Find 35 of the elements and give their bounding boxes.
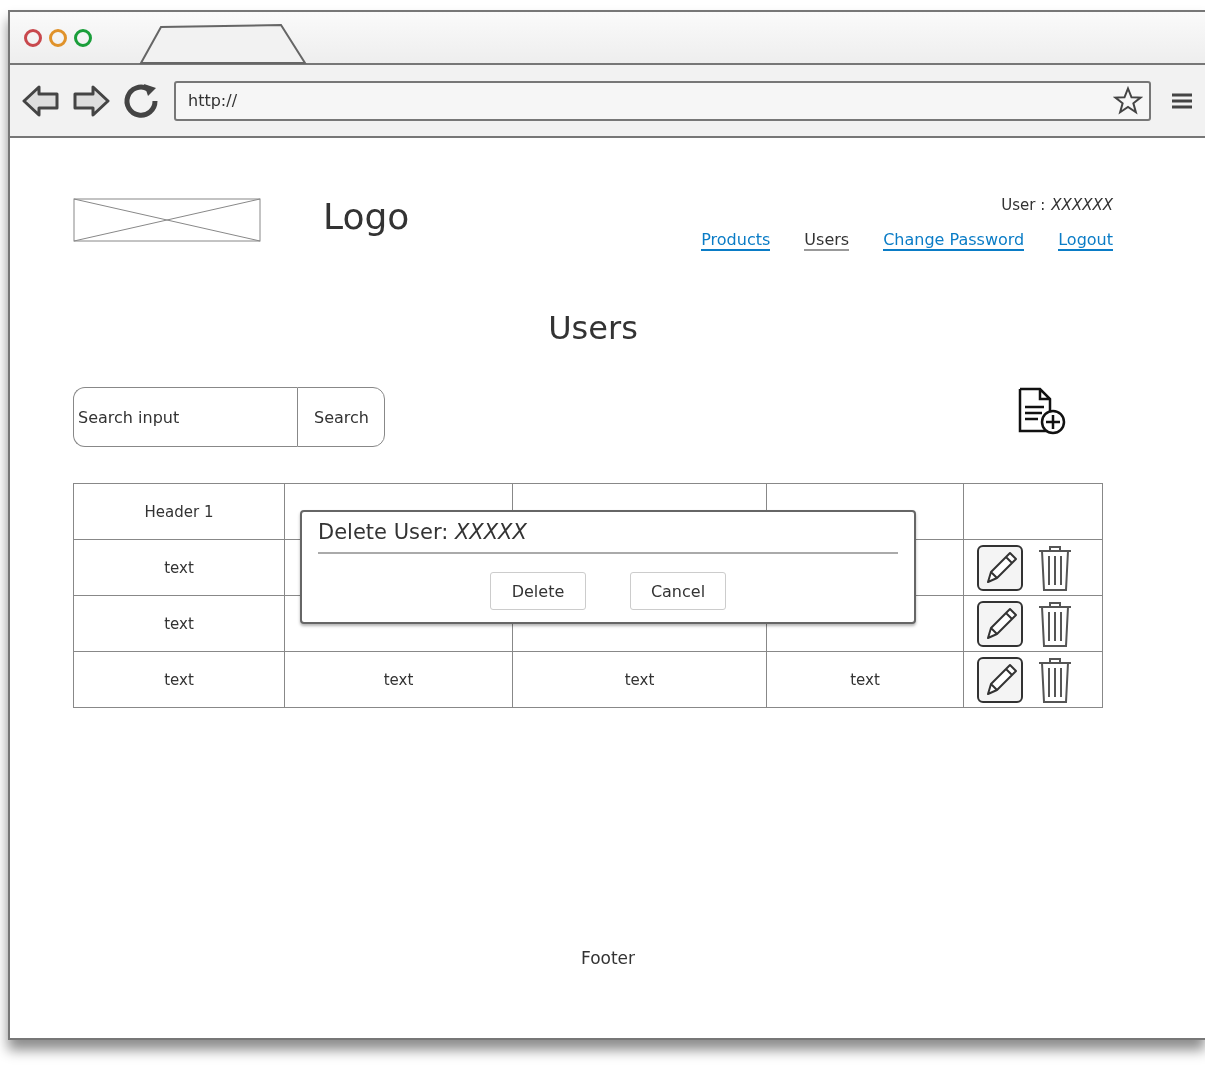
edit-icon[interactable] — [976, 543, 1024, 592]
add-document-icon[interactable] — [1018, 387, 1066, 435]
minimize-dot-icon[interactable] — [49, 28, 67, 47]
nav-link[interactable]: Users — [804, 230, 850, 251]
browser-tab[interactable] — [139, 23, 309, 65]
table-cell: text — [850, 670, 880, 689]
table-cell: text — [164, 558, 194, 577]
dialog-title: Delete User: XXXXX — [318, 512, 898, 554]
page-title: Users — [547, 309, 639, 347]
table-cell: text — [383, 670, 414, 689]
table-cell: text — [164, 670, 194, 689]
maximize-dot-icon[interactable] — [74, 28, 92, 47]
nav-link[interactable]: Logout — [1058, 230, 1113, 251]
star-icon[interactable] — [1113, 85, 1143, 116]
user-label: User : — [1001, 196, 1046, 214]
user-name: XXXXXX — [1051, 196, 1113, 214]
trash-icon[interactable] — [1036, 543, 1074, 592]
close-dot-icon[interactable] — [24, 28, 42, 47]
nav-link[interactable]: Products — [701, 230, 771, 251]
trash-icon[interactable] — [1036, 655, 1074, 704]
footer-text: Footer — [579, 948, 637, 968]
address-field[interactable]: http:// — [174, 80, 1151, 121]
search-field[interactable]: Search input — [73, 387, 297, 447]
dialog-button[interactable]: Cancel — [630, 572, 726, 610]
logo-text: Logo — [323, 196, 410, 237]
edit-icon[interactable] — [976, 655, 1024, 704]
menu-icon[interactable] — [1171, 91, 1193, 110]
dialog-button[interactable]: Delete — [490, 572, 586, 610]
column-header: Header 1 — [144, 502, 214, 521]
search-button[interactable]: Search — [297, 387, 385, 447]
edit-icon[interactable] — [976, 599, 1024, 648]
nav-link[interactable]: Change Password — [883, 230, 1025, 251]
trash-icon[interactable] — [1036, 599, 1074, 648]
table-cell: text — [624, 670, 655, 689]
table-cell: text — [164, 614, 194, 633]
